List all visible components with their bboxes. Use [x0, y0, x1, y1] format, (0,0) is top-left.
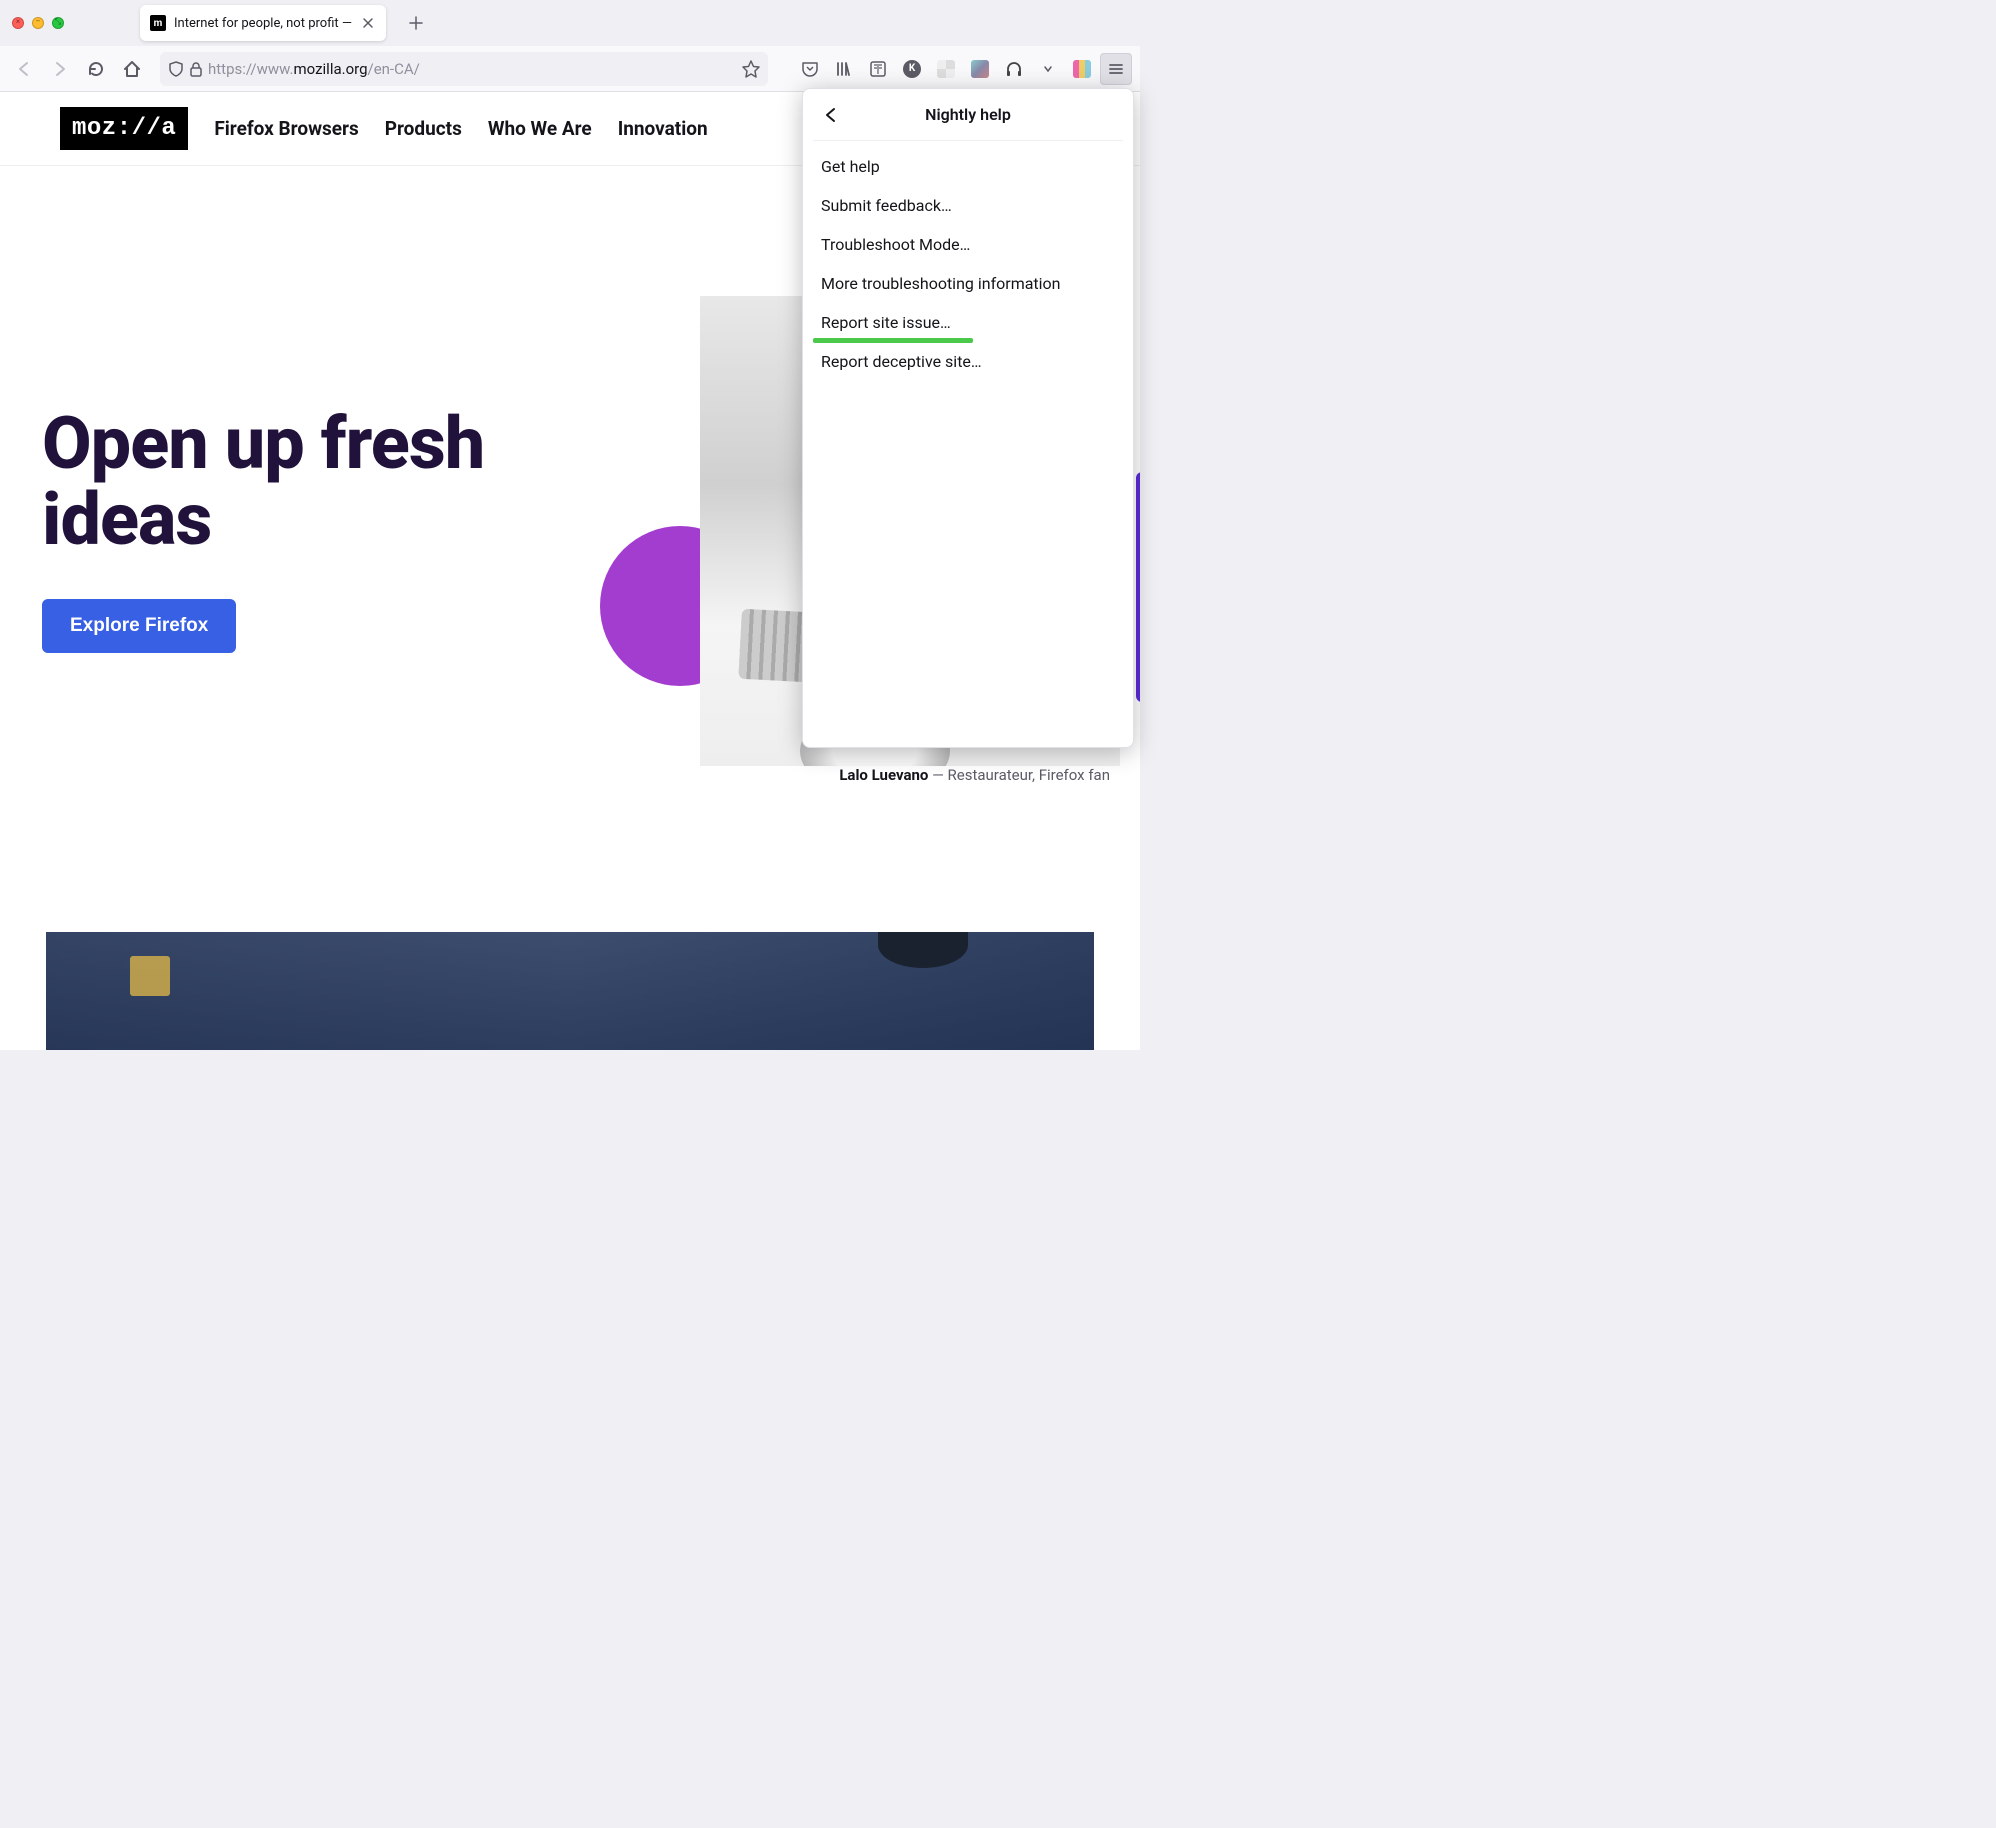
explore-firefox-button[interactable]: Explore Firefox: [42, 599, 236, 653]
bottom-band-image: [46, 932, 1094, 1050]
window-controls: × – ⤡: [12, 17, 64, 29]
lock-icon[interactable]: [188, 61, 204, 77]
help-item-troubleshoot-mode[interactable]: Troubleshoot Mode…: [803, 225, 1133, 264]
nav-products[interactable]: Products: [385, 117, 462, 140]
extension-books-icon[interactable]: [1068, 55, 1096, 83]
toolbar-extensions: K: [796, 55, 1096, 83]
nav-firefox-browsers[interactable]: Firefox Browsers: [214, 117, 358, 140]
help-item-report-deceptive-site[interactable]: Report deceptive site…: [803, 342, 1133, 381]
help-items-list: Get help Submit feedback… Troubleshoot M…: [803, 141, 1133, 387]
library-icon[interactable]: [830, 55, 858, 83]
nav-who-we-are[interactable]: Who We Are: [488, 117, 592, 140]
extension-headphones-icon[interactable]: [1000, 55, 1028, 83]
window-maximize-button[interactable]: ⤡: [52, 17, 64, 29]
tab-title: Internet for people, not profit —: [174, 16, 352, 31]
reload-button[interactable]: [80, 53, 112, 85]
help-back-button[interactable]: [817, 101, 845, 129]
bookmark-star-icon[interactable]: [742, 60, 760, 78]
extension-overflow-chevron[interactable]: [1034, 55, 1062, 83]
extension-grid-icon[interactable]: [932, 55, 960, 83]
back-button[interactable]: [8, 53, 40, 85]
help-item-more-troubleshooting[interactable]: More troubleshooting information: [803, 264, 1133, 303]
forward-button[interactable]: [44, 53, 76, 85]
mozilla-logo[interactable]: moz://a: [60, 107, 188, 150]
url-bar[interactable]: https://www.mozilla.org/en-CA/: [160, 52, 768, 86]
titlebar: × – ⤡ m Internet for people, not profit …: [0, 0, 1140, 46]
help-panel-header: Nightly help: [813, 89, 1123, 141]
help-panel-title: Nightly help: [813, 105, 1123, 124]
reader-view-icon[interactable]: [864, 55, 892, 83]
home-button[interactable]: [116, 53, 148, 85]
tab-close-button[interactable]: [360, 15, 376, 31]
purple-edge-decoration: [1136, 472, 1140, 702]
help-item-report-site-issue[interactable]: Report site issue…: [803, 303, 1133, 342]
toolbar: https://www.mozilla.org/en-CA/ K: [0, 46, 1140, 92]
hero-caption: Lalo Luevano — Restaurateur, Firefox fan: [839, 766, 1110, 784]
extension-image-icon[interactable]: [966, 55, 994, 83]
nav-innovation[interactable]: Innovation: [618, 117, 708, 140]
window-minimize-button[interactable]: –: [32, 17, 44, 29]
shield-icon[interactable]: [168, 61, 184, 77]
nightly-help-panel: Nightly help Get help Submit feedback… T…: [802, 88, 1134, 748]
browser-tab[interactable]: m Internet for people, not profit —: [140, 5, 386, 41]
app-menu-button[interactable]: [1100, 53, 1132, 85]
pocket-icon[interactable]: [796, 55, 824, 83]
help-item-submit-feedback[interactable]: Submit feedback…: [803, 186, 1133, 225]
window-close-button[interactable]: ×: [12, 17, 24, 29]
help-item-get-help[interactable]: Get help: [803, 147, 1133, 186]
new-tab-button[interactable]: [400, 7, 432, 39]
extension-k-icon[interactable]: K: [898, 55, 926, 83]
url-text: https://www.mozilla.org/en-CA/: [208, 60, 738, 78]
tab-favicon: m: [150, 15, 166, 31]
